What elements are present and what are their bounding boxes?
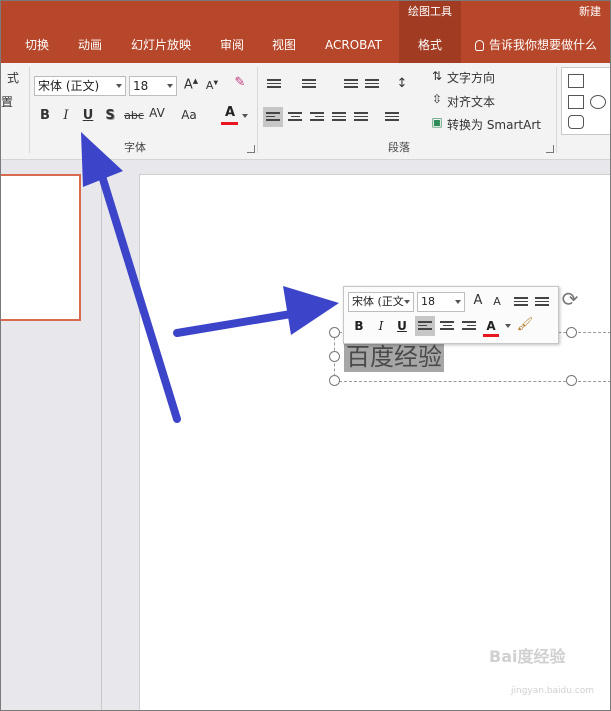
app-window: 绘图工具 新建 切换 动画 幻灯片放映 审阅 视图 ACROBAT 格式 告诉我…	[0, 0, 611, 711]
arrow-to-underline-shaft	[98, 172, 181, 423]
watermark-url: jingyan.baidu.com	[511, 686, 595, 696]
annotation-arrows	[81, 132, 339, 423]
arrow-to-mini-toolbar-head	[283, 286, 339, 335]
arrow-to-mini-toolbar-shaft	[173, 310, 295, 337]
watermark-logo: Bai度经验	[489, 647, 566, 666]
arrow-to-underline-head	[81, 132, 123, 187]
